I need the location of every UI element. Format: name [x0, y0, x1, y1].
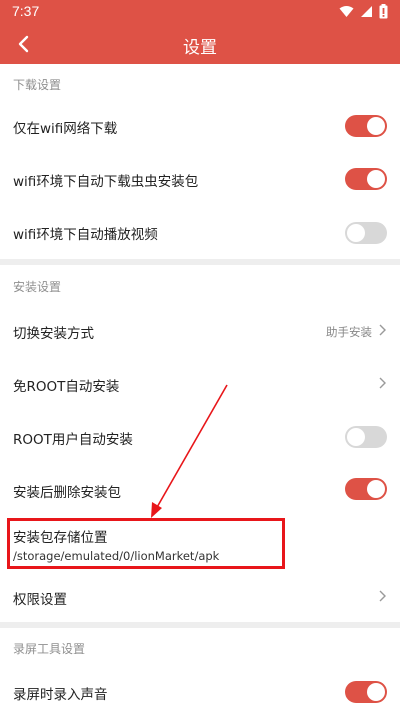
setting-row-record-audio[interactable]: 录屏时录入声音 — [0, 666, 400, 711]
section-header-install: 安装设置 — [13, 280, 62, 294]
status-bar: 7:37 — [0, 0, 400, 24]
section-header-download: 下载设置 — [13, 78, 62, 92]
section-divider — [0, 622, 400, 628]
setting-row-delete-after-install[interactable]: 安装后删除安装包 — [0, 463, 400, 516]
wifi-only-download-toggle[interactable] — [345, 115, 387, 137]
setting-label: wifi环境下自动播放视频 — [13, 227, 158, 243]
signal-icon — [361, 6, 372, 17]
app-bar: 设置 — [0, 24, 400, 64]
status-icons — [339, 4, 388, 19]
setting-row-no-root-install[interactable]: 免ROOT自动安装 — [0, 357, 400, 410]
delete-after-install-toggle[interactable] — [345, 478, 387, 500]
setting-label: 仅在wifi网络下载 — [13, 121, 118, 137]
setting-row-wifi-only-download[interactable]: 仅在wifi网络下载 — [0, 100, 400, 152]
toggle-knob — [367, 117, 385, 135]
install-method-value: 助手安装 — [326, 325, 372, 339]
setting-row-root-auto-install[interactable]: ROOT用户自动安装 — [0, 410, 400, 463]
setting-label: wifi环境下自动下载虫虫安装包 — [13, 174, 199, 190]
status-time: 7:37 — [12, 3, 40, 19]
chevron-right-icon — [379, 590, 386, 602]
wifi-icon — [339, 6, 354, 17]
setting-row-install-method[interactable]: 切换安装方式 助手安装 — [0, 303, 400, 357]
toggle-knob — [367, 480, 385, 498]
autoplay-video-toggle[interactable] — [345, 222, 387, 244]
setting-label: 切换安装方式 — [13, 326, 94, 342]
toggle-knob — [347, 428, 365, 446]
record-audio-toggle[interactable] — [345, 681, 387, 703]
chevron-right-icon — [379, 324, 386, 336]
setting-label: ROOT用户自动安装 — [13, 432, 133, 448]
setting-label: 权限设置 — [13, 592, 67, 608]
toggle-knob — [347, 224, 365, 242]
auto-download-package-toggle[interactable] — [345, 168, 387, 190]
setting-row-permissions[interactable]: 权限设置 — [0, 571, 400, 621]
toggle-knob — [367, 683, 385, 701]
section-header-record: 录屏工具设置 — [13, 642, 86, 656]
setting-label: 录屏时录入声音 — [13, 687, 108, 703]
chevron-right-icon — [379, 377, 386, 389]
battery-icon — [379, 4, 388, 19]
section-divider — [0, 259, 400, 265]
setting-row-auto-download-package[interactable]: wifi环境下自动下载虫虫安装包 — [0, 152, 400, 205]
setting-label: 安装后删除安装包 — [13, 485, 121, 501]
setting-row-autoplay-video[interactable]: wifi环境下自动播放视频 — [0, 205, 400, 259]
setting-label: 免ROOT自动安装 — [13, 379, 120, 395]
toggle-knob — [367, 170, 385, 188]
page-title: 设置 — [183, 38, 217, 58]
root-auto-install-toggle[interactable] — [345, 426, 387, 448]
highlight-box — [7, 518, 285, 569]
